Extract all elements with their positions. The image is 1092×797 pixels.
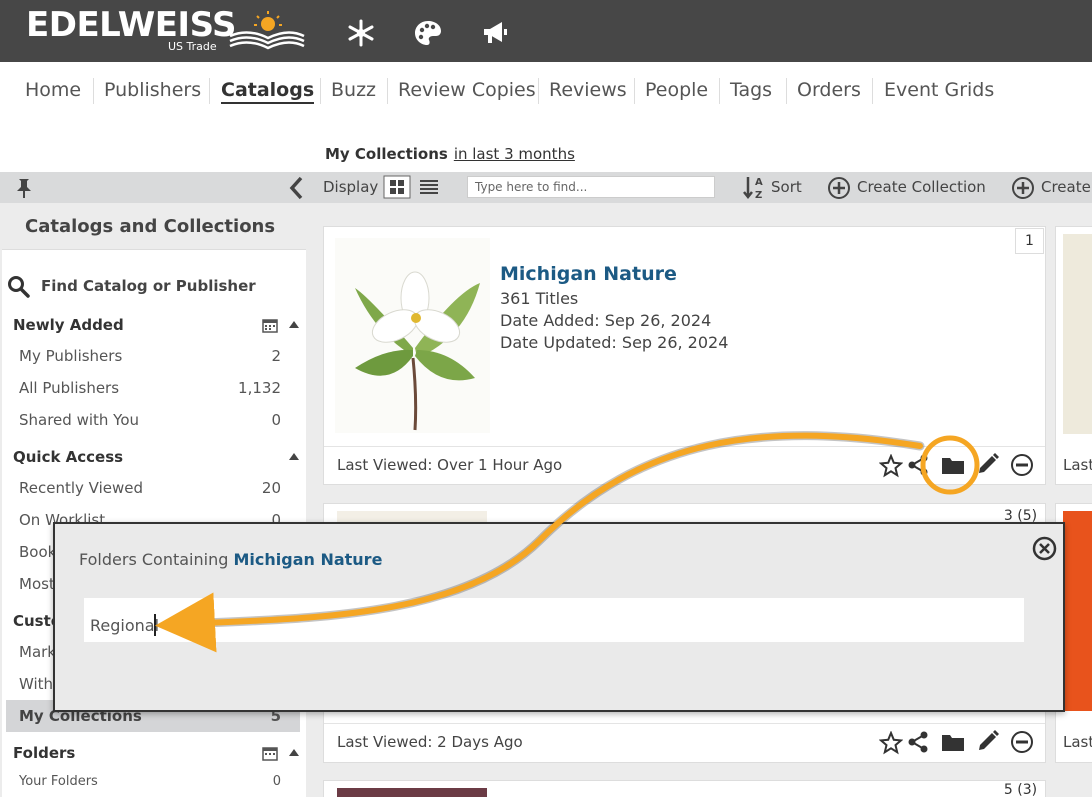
- pencil-icon[interactable]: [976, 729, 1000, 753]
- sort-button[interactable]: Sort: [771, 178, 802, 196]
- calendar-icon[interactable]: [262, 317, 278, 333]
- search-input[interactable]: Type here to find...: [467, 176, 715, 198]
- count-badge: 0: [271, 411, 281, 429]
- date-range-link[interactable]: in last 3 months: [454, 145, 575, 163]
- section-quick-access[interactable]: Quick Access: [13, 448, 123, 466]
- count-badge: 1,132: [238, 379, 281, 397]
- folder-icon[interactable]: [941, 732, 965, 752]
- main-nav: Home Publishers Catalogs Buzz Review Cop…: [0, 62, 1092, 118]
- title-count: 361 Titles: [500, 289, 579, 308]
- nav-review-copies[interactable]: Review Copies: [398, 79, 536, 101]
- section-newly-added[interactable]: Newly Added: [13, 316, 124, 334]
- nav-event-grids[interactable]: Event Grids: [884, 79, 994, 101]
- rank-badge: 5 (3): [997, 782, 1044, 797]
- collapse-up-icon[interactable]: [288, 451, 300, 461]
- sidebar-item-all-publishers[interactable]: All Publishers: [19, 379, 119, 397]
- create-button[interactable]: Create: [1041, 178, 1091, 196]
- rank-badge: 1: [1015, 228, 1044, 254]
- last-viewed: Last: [1063, 456, 1092, 474]
- count-badge: 2: [271, 347, 281, 365]
- logo-text: EDELWEISS: [26, 5, 237, 45]
- list-view-icon[interactable]: [419, 178, 439, 196]
- nav-home[interactable]: Home: [25, 79, 81, 101]
- date-added: Date Added: Sep 26, 2024: [500, 311, 712, 330]
- cover-image: [1063, 511, 1092, 711]
- nav-people[interactable]: People: [645, 79, 708, 101]
- svg-text:A: A: [755, 177, 763, 188]
- nav-buzz[interactable]: Buzz: [331, 79, 376, 101]
- sidebar-item-my-publishers[interactable]: My Publishers: [19, 347, 122, 365]
- sidebar-item-your-folders[interactable]: Your Folders: [19, 774, 98, 789]
- last-viewed: Last: [1063, 733, 1092, 751]
- open-book-sun-icon: [229, 11, 305, 50]
- sidebar-heading: Catalogs and Collections: [25, 216, 276, 237]
- pencil-icon[interactable]: [976, 452, 1000, 476]
- chevron-left-icon[interactable]: [287, 175, 305, 201]
- display-label: Display: [323, 178, 379, 196]
- top-bar: EDELWEISS US Trade: [0, 0, 1092, 62]
- nav-catalogs[interactable]: Catalogs: [221, 79, 315, 104]
- grid-view-icon[interactable]: [383, 175, 411, 199]
- cover-image: [1063, 234, 1092, 434]
- last-viewed: Last Viewed: Over 1 Hour Ago: [337, 456, 563, 474]
- star-icon[interactable]: [879, 731, 903, 755]
- sort-az-icon[interactable]: A Z: [742, 174, 766, 201]
- catalog-title-link[interactable]: Michigan Nature: [500, 263, 677, 285]
- sidebar-item-most[interactable]: Most: [19, 575, 55, 593]
- text-cursor: [154, 614, 156, 636]
- remove-circle-icon[interactable]: [1010, 730, 1034, 754]
- logo-subtitle: US Trade: [168, 40, 217, 53]
- nav-publishers[interactable]: Publishers: [104, 79, 201, 101]
- count-badge: 0: [272, 774, 281, 789]
- remove-circle-icon[interactable]: [1010, 453, 1034, 477]
- calendar-icon[interactable]: [262, 745, 278, 761]
- sidebar-item-shared[interactable]: Shared with You: [19, 411, 139, 429]
- page-title: My Collections: [325, 145, 448, 163]
- date-updated: Date Updated: Sep 26, 2024: [500, 333, 729, 352]
- sidebar-item-mark[interactable]: Mark: [19, 643, 56, 661]
- close-icon[interactable]: [1032, 536, 1057, 561]
- star-icon[interactable]: [879, 454, 903, 478]
- section-folders[interactable]: Folders: [13, 744, 75, 762]
- plus-circle-icon[interactable]: [1011, 176, 1035, 200]
- nav-reviews[interactable]: Reviews: [549, 79, 627, 101]
- create-collection-button[interactable]: Create Collection: [857, 178, 986, 196]
- sidebar-item-recently-viewed[interactable]: Recently Viewed: [19, 479, 143, 497]
- plus-circle-icon[interactable]: [827, 176, 851, 200]
- collapse-up-icon[interactable]: [288, 747, 300, 757]
- snowflake-icon[interactable]: [346, 18, 376, 48]
- count-badge: 20: [261, 479, 281, 497]
- dialog-title-prefix: Folders Containing: [79, 550, 229, 569]
- folder-icon[interactable]: [941, 455, 965, 475]
- sidebar-item-book[interactable]: Book: [19, 543, 56, 561]
- share-icon[interactable]: [907, 731, 929, 753]
- find-catalog-label[interactable]: Find Catalog or Publisher: [41, 277, 256, 295]
- edelweiss-logo[interactable]: EDELWEISS US Trade: [26, 5, 305, 53]
- trillium-cover-image[interactable]: [335, 238, 490, 433]
- folder-input-value: Regional: [90, 616, 160, 635]
- sidebar-item-with[interactable]: With: [19, 675, 53, 693]
- collections-header: My Collections in last 3 months: [325, 145, 575, 163]
- folder-input[interactable]: [84, 598, 1024, 642]
- palette-icon[interactable]: [413, 18, 443, 48]
- nav-tags[interactable]: Tags: [730, 79, 772, 101]
- megaphone-icon[interactable]: [480, 18, 510, 48]
- last-viewed: Last Viewed: 2 Days Ago: [337, 733, 523, 751]
- share-icon[interactable]: [907, 454, 929, 476]
- cover-image[interactable]: [337, 788, 487, 797]
- dialog-title: Folders Containing Michigan Nature: [79, 550, 382, 569]
- svg-text:Z: Z: [755, 190, 762, 201]
- pin-icon[interactable]: [15, 177, 33, 199]
- search-icon[interactable]: [7, 275, 31, 299]
- dialog-collection-name: Michigan Nature: [233, 550, 383, 569]
- collapse-up-icon[interactable]: [288, 319, 300, 329]
- nav-orders[interactable]: Orders: [797, 79, 861, 101]
